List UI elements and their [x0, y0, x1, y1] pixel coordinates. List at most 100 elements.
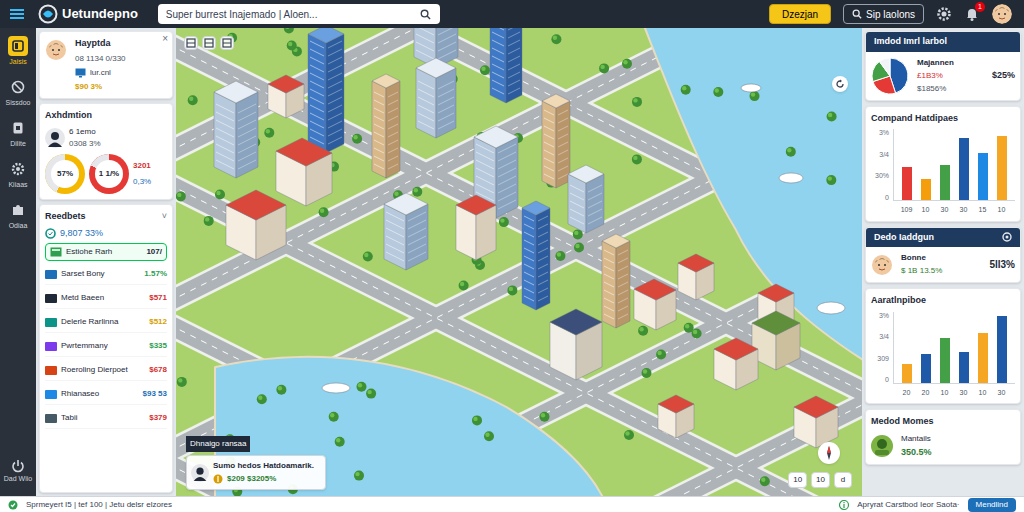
row-label: Rhianaseo	[61, 389, 139, 399]
chart-bar-fill	[902, 167, 912, 200]
tool-icon[interactable]	[202, 36, 216, 50]
map-tooltip: Dhnaigo ransaa	[186, 436, 250, 452]
circle-slash-icon	[11, 80, 25, 94]
profile-id: 08 1134 0/330	[75, 53, 126, 65]
primary-button[interactable]: Dzezjan	[769, 4, 831, 24]
sidebar-label: Odiaa	[9, 222, 28, 229]
row-label: Roeroling Dierpoet	[61, 365, 145, 375]
chart-bar[interactable]	[959, 352, 969, 383]
outline-button[interactable]: Sip laolons	[843, 4, 924, 24]
activity-user[interactable]: 6 1emo0308 3%	[45, 126, 167, 150]
compass-icon[interactable]	[818, 442, 840, 464]
activity-user-info: 6 1emo0308 3%	[69, 126, 101, 150]
chart-bar-fill	[978, 153, 988, 200]
detail-body[interactable]: Bonne$ 1B 13.5%5ll3%	[866, 247, 1020, 282]
row-label: Metd Baeen	[61, 293, 145, 303]
rewards-highlight[interactable]: Estiohe Rarh107/	[45, 243, 167, 261]
map-control[interactable]: 10	[811, 472, 830, 488]
chart-label: 30	[958, 205, 970, 216]
target-icon[interactable]	[1002, 232, 1012, 242]
item-icon	[45, 270, 57, 279]
item-icon	[45, 414, 57, 423]
profile-sub: lur.cnl	[75, 67, 126, 79]
chart-bar[interactable]	[902, 167, 912, 200]
detail-name: Bonne	[901, 252, 942, 264]
row-label: Delerle Rarlinna	[61, 317, 145, 327]
sidebar-item[interactable]: Sissdoo	[6, 77, 31, 106]
rewards-row[interactable]: Sarset Bony1.57%	[45, 264, 167, 285]
gear-icon[interactable]	[936, 6, 952, 22]
chart-bar[interactable]	[978, 333, 988, 383]
avatar-icon	[871, 435, 893, 457]
chart-bar-fill	[921, 179, 931, 200]
rewards-row[interactable]: Roeroling Dierpoet$678	[45, 360, 167, 381]
rewards-row[interactable]: Tabii$379	[45, 408, 167, 429]
sidebar-footer[interactable]: Dad Wiio	[3, 459, 33, 488]
avatar-icon[interactable]	[992, 4, 1012, 24]
chart-y-axis: 3%3/430%0	[871, 129, 889, 201]
rewards-row[interactable]: Delerle Rarlinna$512	[45, 312, 167, 333]
status-button[interactable]: Mendlind	[968, 498, 1016, 512]
summary-card: Imdod Imrl larbolMajannen£1B3%$1856%$25%	[865, 31, 1021, 101]
chart-bar[interactable]	[959, 138, 969, 200]
footer-card-row[interactable]: Mantails350.5%	[871, 433, 1015, 460]
chart-x-axis: 202010301030	[893, 388, 1015, 399]
pie-chart	[871, 57, 909, 95]
map-info-card[interactable]: Sumo hedos Hatdoamarik.$209 $3205%	[186, 455, 326, 490]
sidebar-item[interactable]: Odiaa	[8, 200, 28, 229]
chart-label: 10	[939, 388, 951, 399]
sidebar-item[interactable]: Kiiaas	[8, 159, 28, 188]
activity-card: Axhdmtion6 1emo0308 3%57%1 1/%32010,3%	[39, 103, 173, 201]
donut-side-value: 3201	[133, 160, 151, 172]
rewards-row[interactable]: Rhianaseo$93 53	[45, 384, 167, 405]
main-area: JaisisSissdooDiliteKiiaasOdiaaDad WiioHa…	[0, 28, 1024, 496]
rewards-card: Reedbets˅9,807 33%Estiohe Rarh107/Sarset…	[39, 204, 173, 493]
chart-bar-fill	[940, 165, 950, 201]
search-field[interactable]	[158, 4, 440, 24]
sidebar-item[interactable]: Jaisis	[8, 36, 28, 65]
city-illustration	[176, 28, 862, 496]
notification-button[interactable]: 1	[964, 6, 980, 22]
city-map[interactable]: Dhnaigo ransaa Sumo hedos Hatdoamarik.$20…	[176, 28, 862, 496]
rewards-summary-text: 9,807 33%	[60, 227, 103, 241]
tool-icon[interactable]	[184, 36, 198, 50]
avatar-icon	[45, 39, 67, 61]
chart-plot	[893, 312, 1015, 384]
map-control[interactable]: d	[834, 472, 852, 488]
rewards-toggle[interactable]: ˅	[162, 212, 167, 221]
logo-text: Uetundepno	[62, 4, 138, 24]
search-icon[interactable]	[420, 8, 432, 20]
chart-bar-fill	[940, 338, 950, 383]
item-icon	[45, 390, 57, 399]
tool-icon[interactable]	[220, 36, 234, 50]
chart-bar[interactable]	[940, 165, 950, 201]
chart-bar[interactable]	[997, 136, 1007, 200]
chart-bar[interactable]	[997, 316, 1007, 382]
donut-label: 57%	[57, 168, 73, 180]
sidebar-item[interactable]: Dilite	[8, 118, 28, 147]
chart-title: Compand Hatdipaes	[871, 112, 1015, 126]
chart-bar[interactable]	[921, 354, 931, 382]
rewards-row[interactable]: Pwrtemmany$335	[45, 336, 167, 357]
summary-label: Majannen	[917, 57, 954, 69]
rewards-row[interactable]: Metd Baeen$571	[45, 288, 167, 309]
activity-stat: 0308 3%	[69, 138, 101, 150]
chart-tick: 3/4	[871, 333, 889, 340]
notification-badge: 1	[975, 2, 985, 12]
chart-bar[interactable]	[940, 338, 950, 383]
item-icon	[45, 342, 57, 351]
chart-bar[interactable]	[921, 179, 931, 200]
button-label: Sip laolons	[866, 7, 915, 22]
chart-label: 20	[920, 388, 932, 399]
search-input[interactable]	[166, 7, 416, 22]
close-button[interactable]: ×	[162, 34, 168, 44]
chart-bar-fill	[959, 138, 969, 200]
chart-bar[interactable]	[978, 153, 988, 200]
profile-card[interactable]: Hayptda08 1134 0/330lur.cnl$90 3%×	[39, 31, 173, 99]
refresh-icon[interactable]	[832, 76, 848, 92]
logo[interactable]: Uetundepno	[38, 4, 138, 24]
menu-icon[interactable]	[8, 5, 26, 23]
chart-bar[interactable]	[902, 364, 912, 383]
map-control[interactable]: 10	[788, 472, 807, 488]
detail-value: 5ll3%	[989, 257, 1015, 272]
